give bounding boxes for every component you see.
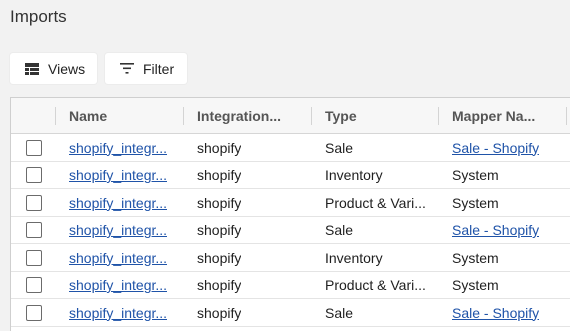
imports-table: Name Integration... Type Mapper Na... sh… [10,97,570,331]
mapper-cell: System [452,189,570,216]
integration-cell: shopify [197,162,307,189]
import-name-link[interactable]: shopify_integr... [69,305,167,321]
mapper-value: System [452,194,499,211]
mapper-cell: Sale - Shopify [452,299,570,326]
type-value: Sale [325,139,354,156]
mapper-value: System [452,277,499,293]
table-row[interactable]: shopify_integr... shopify Inventory Syst… [11,244,570,272]
import-name-link[interactable]: shopify_integr... [69,277,167,293]
views-button[interactable]: Views [10,53,97,84]
name-cell: shopify_integr... [69,244,181,271]
type-value: Product & Vari... [325,194,426,211]
filter-button-label: Filter [143,60,175,77]
row-checkbox[interactable] [26,249,42,266]
column-separator[interactable] [438,107,439,125]
type-cell: Inventory [325,244,435,271]
column-separator[interactable] [183,107,184,125]
import-name-link[interactable]: shopify_integr... [69,250,167,266]
integration-value: shopify [197,194,242,211]
type-cell: Product & Vari... [325,189,435,216]
row-checkbox[interactable] [26,222,42,238]
mapper-link[interactable]: Sale - Shopify [452,140,539,156]
type-cell: Sale [325,217,435,244]
table-body: shopify_integr... shopify Sale Sale - Sh… [11,134,570,327]
row-checkbox[interactable] [26,194,42,211]
row-select-cell [26,189,44,216]
row-select-cell [26,299,44,326]
name-cell: shopify_integr... [69,217,181,244]
table-row[interactable]: shopify_integr... shopify Sale Sale - Sh… [11,134,570,162]
integration-cell: shopify [197,189,307,216]
row-select-cell [26,244,44,271]
name-cell: shopify_integr... [69,299,181,326]
column-header-mapper[interactable]: Mapper Na... [452,98,564,134]
table-row[interactable]: shopify_integr... shopify Sale Sale - Sh… [11,217,570,244]
integration-value: shopify [197,304,242,321]
column-header-integration[interactable]: Integration... [197,98,311,134]
name-cell: shopify_integr... [69,162,181,189]
mapper-cell: Sale - Shopify [452,217,570,244]
row-select-cell [26,217,44,244]
type-cell: Inventory [325,162,435,189]
table-row[interactable]: shopify_integr... shopify Product & Vari… [11,272,570,299]
column-separator[interactable] [311,107,312,125]
integration-cell: shopify [197,134,307,161]
type-value: Sale [325,222,354,238]
import-name-link[interactable]: shopify_integr... [69,222,167,238]
mapper-cell: Sale - Shopify [452,134,570,161]
integration-cell: shopify [197,299,307,326]
type-value: Inventory [325,249,383,266]
import-name-link[interactable]: shopify_integr... [69,140,167,156]
integration-cell: shopify [197,244,307,271]
table-row[interactable]: shopify_integr... shopify Inventory Syst… [11,162,570,189]
row-select-cell [26,272,44,299]
type-cell: Sale [325,134,435,161]
mapper-link[interactable]: Sale - Shopify [452,222,539,238]
integration-value: shopify [197,249,242,266]
page-title: Imports [10,7,67,26]
row-checkbox[interactable] [26,167,42,183]
filter-button[interactable]: Filter [105,53,187,84]
row-checkbox[interactable] [26,139,42,156]
integration-value: shopify [197,139,242,156]
type-value: Inventory [325,167,383,183]
import-name-link[interactable]: shopify_integr... [69,167,167,183]
table-header: Name Integration... Type Mapper Na... [11,98,570,134]
integration-cell: shopify [197,217,307,244]
mapper-value: System [452,167,499,183]
row-select-cell [26,134,44,161]
name-cell: shopify_integr... [69,272,181,299]
row-checkbox[interactable] [26,277,42,293]
name-cell: shopify_integr... [69,134,181,161]
table-view-icon [25,62,39,75]
type-cell: Product & Vari... [325,272,435,299]
column-separator[interactable] [55,107,56,125]
integration-cell: shopify [197,272,307,299]
table-row[interactable]: shopify_integr... shopify Sale Sale - Sh… [11,299,570,327]
views-button-label: Views [48,60,86,77]
mapper-cell: System [452,162,570,189]
filter-lines-icon [120,63,134,74]
column-header-name[interactable]: Name [69,98,181,134]
mapper-value: System [452,249,499,266]
type-value: Product & Vari... [325,277,426,293]
mapper-cell: System [452,272,570,299]
integration-value: shopify [197,167,242,183]
integration-value: shopify [197,277,242,293]
integration-value: shopify [197,222,242,238]
import-name-link[interactable]: shopify_integr... [69,195,167,211]
table-row[interactable]: shopify_integr... shopify Product & Vari… [11,189,570,217]
toolbar: Views Filter [10,53,187,84]
type-value: Sale [325,304,354,321]
row-select-cell [26,162,44,189]
name-cell: shopify_integr... [69,189,181,216]
mapper-cell: System [452,244,570,271]
row-checkbox[interactable] [26,304,42,321]
column-header-type[interactable]: Type [325,98,435,134]
column-separator[interactable] [566,107,567,125]
mapper-link[interactable]: Sale - Shopify [452,305,539,321]
type-cell: Sale [325,299,435,326]
